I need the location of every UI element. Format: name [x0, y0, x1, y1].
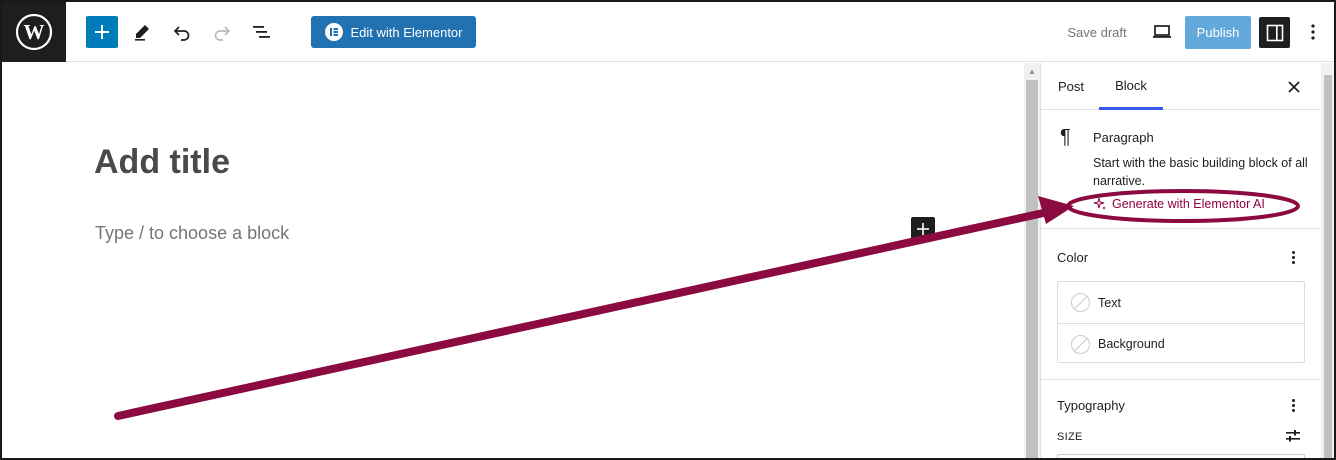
- color-panel-header: Color: [1041, 247, 1320, 267]
- tools-button[interactable]: [126, 16, 158, 48]
- typography-panel-title: Typography: [1057, 398, 1125, 413]
- generate-with-elementor-ai-link[interactable]: Generate with Elementor AI: [1093, 197, 1265, 211]
- plus-icon: [95, 25, 109, 39]
- inline-add-block-button[interactable]: [911, 217, 935, 241]
- redo-icon: [214, 26, 231, 41]
- settings-button[interactable]: [1259, 17, 1290, 48]
- undo-button[interactable]: [166, 16, 198, 48]
- typography-panel-header: Typography: [1041, 395, 1320, 415]
- save-draft-button[interactable]: Save draft: [1060, 16, 1134, 48]
- sidebar-tabs: Post Block: [1041, 63, 1320, 110]
- settings-sidebar-icon: [1266, 24, 1283, 41]
- pen-icon: [135, 25, 149, 41]
- block-card: ¶ Paragraph Start with the basic buildin…: [1041, 111, 1320, 229]
- redo-button[interactable]: [206, 16, 238, 48]
- color-background-item[interactable]: Background: [1058, 323, 1304, 364]
- block-card-description: Start with the basic building block of a…: [1093, 156, 1308, 188]
- tab-block[interactable]: Block: [1099, 63, 1163, 110]
- publish-button[interactable]: Publish: [1185, 16, 1251, 49]
- list-view-icon: [253, 26, 270, 38]
- color-panel-title: Color: [1057, 250, 1089, 265]
- list-view-button[interactable]: [246, 16, 278, 48]
- preview-button[interactable]: [1146, 16, 1178, 48]
- font-size-picker[interactable]: [1057, 454, 1305, 458]
- post-title-input[interactable]: Add title: [94, 143, 230, 182]
- close-icon: [1288, 81, 1300, 93]
- close-sidebar-button[interactable]: [1282, 75, 1306, 99]
- color-background-label: Background: [1098, 337, 1165, 351]
- editor-window: W Edit with Elementor Save draft Publish…: [0, 0, 1336, 460]
- add-block-button[interactable]: [86, 16, 118, 48]
- color-text-label: Text: [1098, 295, 1121, 310]
- typography-controls-button[interactable]: [1284, 427, 1302, 445]
- typography-panel-options-button[interactable]: [1286, 395, 1300, 415]
- edit-with-elementor-button[interactable]: Edit with Elementor: [311, 16, 476, 48]
- top-toolbar: W Edit with Elementor Save draft Publish: [2, 2, 1334, 62]
- block-card-title: Paragraph: [1093, 130, 1154, 145]
- color-settings-list: Text Background: [1057, 281, 1305, 363]
- editor-canvas: Add title Type / to choose a block: [2, 63, 1024, 458]
- options-button[interactable]: [1300, 16, 1326, 48]
- tab-post[interactable]: Post: [1058, 63, 1084, 110]
- plus-icon: [917, 223, 929, 235]
- canvas-scrollbar-thumb[interactable]: [1026, 80, 1038, 458]
- elementor-icon: [324, 23, 343, 41]
- font-size-label: SIZE: [1057, 431, 1083, 443]
- color-text-item[interactable]: Text: [1058, 282, 1304, 323]
- svg-text:W: W: [24, 20, 45, 44]
- typography-controls-icon: [1286, 430, 1300, 442]
- wordpress-logo-icon[interactable]: W: [2, 2, 66, 62]
- sparkle-icon: [1093, 197, 1106, 210]
- color-swatch-icon: [1071, 334, 1090, 354]
- settings-sidebar: Post Block ¶ Paragraph Start with the ba…: [1040, 63, 1334, 458]
- edit-with-elementor-label: Edit with Elementor: [350, 24, 463, 40]
- generate-ai-label: Generate with Elementor AI: [1112, 197, 1265, 211]
- block-placeholder[interactable]: Type / to choose a block: [95, 223, 289, 244]
- panel-divider: [1041, 379, 1320, 380]
- undo-icon: [173, 26, 190, 41]
- desktop-preview-icon: [1153, 25, 1171, 38]
- scroll-up-arrow-icon[interactable]: ▲: [1026, 66, 1038, 76]
- sidebar-scrollbar-thumb[interactable]: [1324, 75, 1332, 458]
- more-vertical-icon: [1311, 24, 1315, 40]
- color-panel-options-button[interactable]: [1286, 247, 1300, 267]
- color-swatch-icon: [1071, 293, 1090, 312]
- paragraph-icon: ¶: [1060, 126, 1071, 148]
